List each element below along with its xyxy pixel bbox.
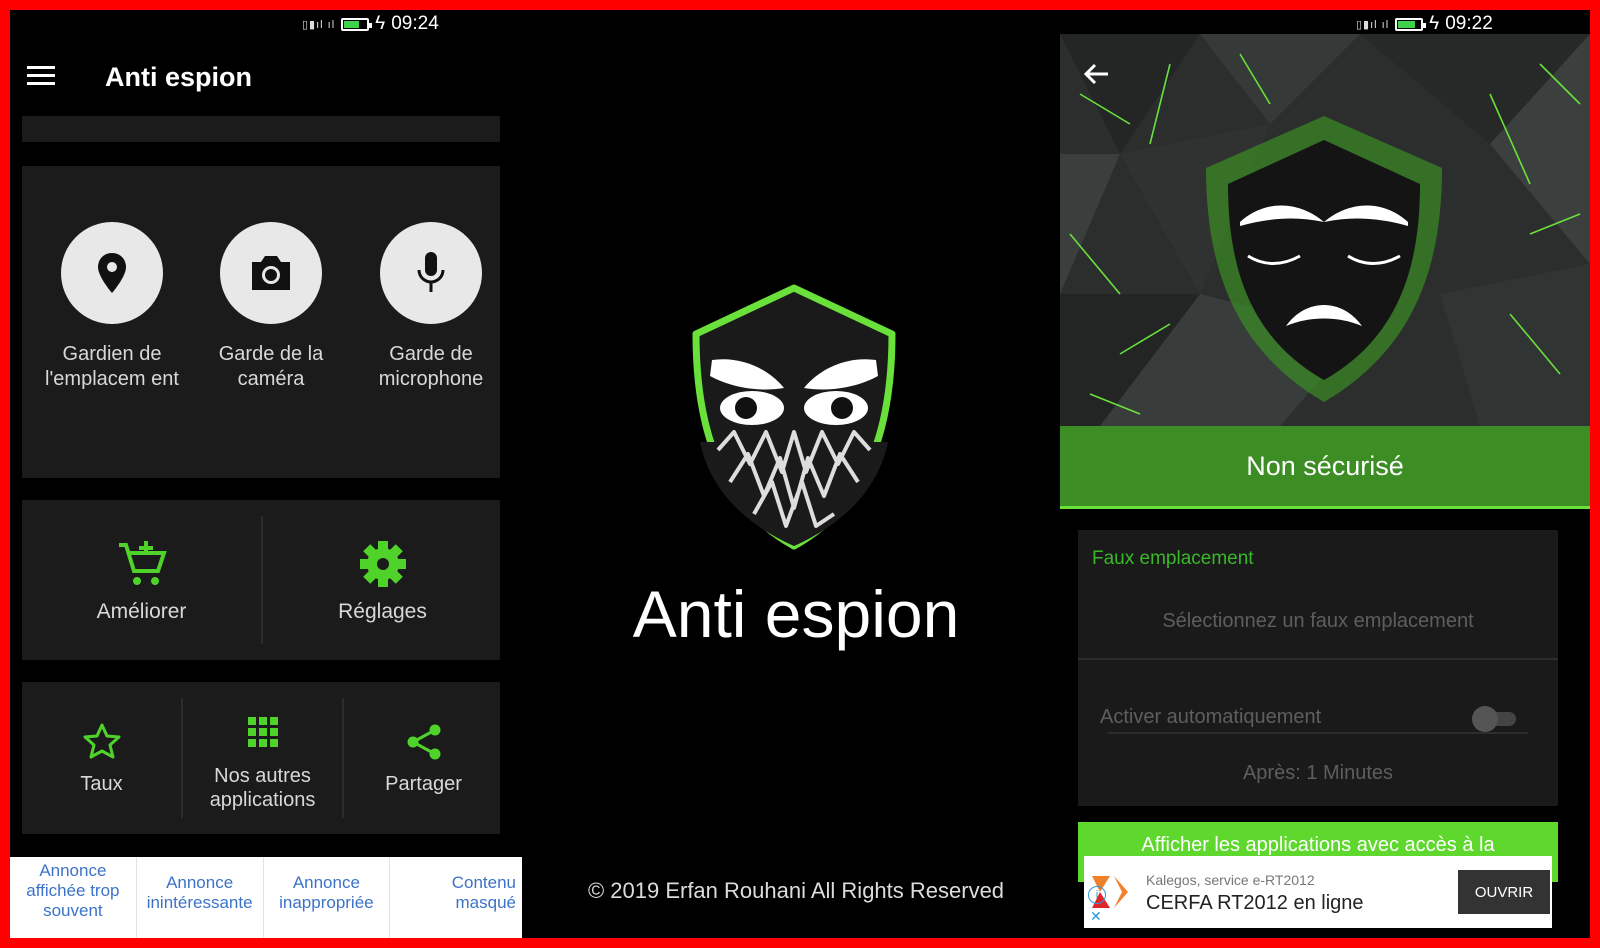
ad-info-icon[interactable]: i <box>1088 886 1106 904</box>
back-arrow-icon[interactable] <box>1082 62 1110 86</box>
gear-icon <box>359 541 406 587</box>
security-status-banner: Non sécurisé <box>1060 426 1590 509</box>
other-apps-label: Nos autres applications <box>209 765 316 811</box>
ad-feedback-option[interactable]: Annonce inintéressante <box>137 857 264 938</box>
charging-icon: ϟ <box>375 13 386 34</box>
hero-banner <box>1060 34 1590 426</box>
improve-button[interactable]: Améliorer <box>22 500 261 660</box>
screenshot-frame: ▯▮ıl ıl ϟ 09:24 Anti espion Gardien de l… <box>10 10 1590 938</box>
splash-title: Anti espion <box>632 577 960 651</box>
share-button[interactable]: Partager <box>344 682 503 834</box>
location-pin-icon <box>98 253 126 293</box>
microphone-guard-button[interactable]: Garde de microphone <box>356 222 506 392</box>
hamburger-menu-icon[interactable] <box>27 66 55 86</box>
fake-location-card: Faux emplacement Sélectionnez un faux em… <box>1078 530 1558 806</box>
location-guard-label: Gardien de l'emplacem ent <box>45 343 179 390</box>
top-strip <box>22 116 500 142</box>
settings-label: Réglages <box>338 600 427 623</box>
ad-feedback-option[interactable]: Annonce affichée trop souvent <box>10 857 137 938</box>
camera-icon <box>252 256 290 290</box>
ad-open-button[interactable]: OUVRIR <box>1458 870 1550 914</box>
charging-icon: ϟ <box>1429 13 1440 34</box>
ad-headline: CERFA RT2012 en ligne <box>1146 892 1364 914</box>
guards-card: Gardien de l'emplacem ent Garde de la ca… <box>22 166 500 478</box>
add-to-cart-icon <box>118 541 167 585</box>
camera-guard-button[interactable]: Garde de la caméra <box>196 222 346 392</box>
fake-location-selector[interactable]: Sélectionnez un faux emplacement <box>1078 610 1558 633</box>
rate-apps-share-card: Taux Nos autres applications Partager <box>22 682 500 834</box>
ad-advertiser: Kalegos, service e-RT2012 <box>1146 872 1315 888</box>
status-time: 09:24 <box>391 13 439 34</box>
improve-settings-card: Améliorer Réglages <box>22 500 500 660</box>
after-minutes-label[interactable]: Après: 1 Minutes <box>1078 762 1558 785</box>
ad-feedback-option[interactable]: Contenu masqué <box>390 857 522 938</box>
microphone-guard-label: Garde de microphone <box>378 343 484 390</box>
ad-feedback-option[interactable]: Annonce inappropriée <box>264 857 391 938</box>
copyright-text: © 2019 Erfan Rouhani All Rights Reserved <box>587 878 1005 903</box>
improve-label: Améliorer <box>96 600 187 623</box>
main-menu-screen: ▯▮ıl ıl ϟ 09:24 Anti espion Gardien de l… <box>10 10 532 938</box>
status-time: 09:22 <box>1445 13 1493 34</box>
splash-screen: Anti espion © 2019 Erfan Rouhani All Rig… <box>532 10 1060 938</box>
app-title: Anti espion <box>105 62 252 92</box>
star-icon <box>83 723 120 759</box>
divider <box>1108 732 1528 734</box>
rate-button[interactable]: Taux <box>22 682 181 834</box>
auto-activate-toggle[interactable] <box>1472 706 1518 732</box>
share-label: Partager <box>385 773 462 795</box>
battery-icon <box>341 17 373 31</box>
divider <box>1078 658 1558 660</box>
rate-label: Taux <box>80 773 123 795</box>
auto-activate-label: Activer automatiquement <box>1100 706 1322 728</box>
apps-grid-icon <box>247 717 278 747</box>
ad-feedback-bar: Annonce affichée trop souvent Annonce in… <box>10 857 522 938</box>
other-apps-button[interactable]: Nos autres applications <box>183 682 342 834</box>
spy-mask-shield-logo <box>692 284 896 550</box>
signal-icon: ▯▮ıl ıl <box>302 18 336 31</box>
battery-icon <box>1395 17 1427 31</box>
sad-mask-shield-icon <box>1206 116 1442 402</box>
settings-button[interactable]: Réglages <box>263 500 502 660</box>
microphone-icon <box>417 252 445 292</box>
signal-icon: ▯▮ıl ıl <box>1356 18 1390 31</box>
section-title: Faux emplacement <box>1092 548 1254 569</box>
camera-guard-label: Garde de la caméra <box>218 343 324 390</box>
location-guard-screen: ▯▮ıl ıl ϟ 09:22 Non sécurisé Faux emplac… <box>1060 10 1590 938</box>
status-bar: ▯▮ıl ıl ϟ 09:24 <box>302 10 439 38</box>
ad-banner[interactable]: i ✕ Kalegos, service e-RT2012 CERFA RT20… <box>1084 856 1552 928</box>
share-icon <box>407 724 440 760</box>
ad-close-icon[interactable]: ✕ <box>1090 908 1102 925</box>
location-guard-button[interactable]: Gardien de l'emplacem ent <box>37 222 187 392</box>
